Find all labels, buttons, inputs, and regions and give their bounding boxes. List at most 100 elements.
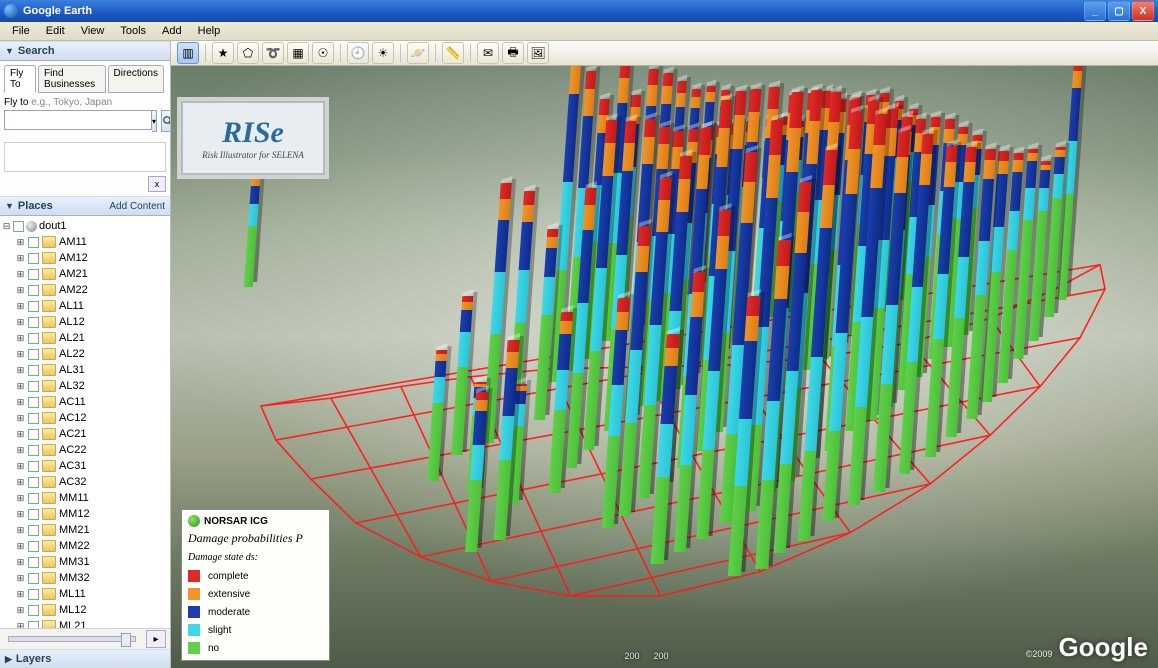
tree-item[interactable]: ⊞AC31 — [16, 458, 170, 474]
opacity-slider[interactable] — [8, 636, 136, 642]
checkbox[interactable] — [28, 349, 39, 360]
menu-help[interactable]: Help — [190, 24, 229, 38]
expander-icon[interactable]: ⊞ — [16, 349, 25, 360]
expander-icon[interactable]: ⊞ — [16, 541, 25, 552]
expander-icon[interactable]: ⊞ — [16, 413, 25, 424]
tree-item[interactable]: ⊞MM32 — [16, 570, 170, 586]
expander-icon[interactable]: ⊟ — [2, 221, 11, 232]
tree-item[interactable]: ⊞AL21 — [16, 330, 170, 346]
checkbox[interactable] — [28, 541, 39, 552]
expander-icon[interactable]: ⊞ — [16, 621, 25, 629]
checkbox[interactable] — [28, 493, 39, 504]
checkbox[interactable] — [28, 365, 39, 376]
expander-icon[interactable]: ⊞ — [16, 301, 25, 312]
tree-item[interactable]: ⊞ML12 — [16, 602, 170, 618]
checkbox[interactable] — [28, 509, 39, 520]
search-tab-directions[interactable]: Directions — [108, 65, 164, 93]
tree-item[interactable]: ⊞AL31 — [16, 362, 170, 378]
tree-item[interactable]: ⊞AM11 — [16, 234, 170, 250]
expander-icon[interactable]: ⊞ — [16, 285, 25, 296]
toolbar-image-overlay-button[interactable]: ▦ — [287, 42, 309, 64]
tree-item[interactable]: ⊞MM12 — [16, 506, 170, 522]
expander-icon[interactable]: ⊞ — [16, 509, 25, 520]
checkbox[interactable] — [28, 381, 39, 392]
expander-icon[interactable]: ⊞ — [16, 461, 25, 472]
play-tour-button[interactable]: ▸ — [146, 630, 166, 648]
search-dropdown-button[interactable]: ▾ — [152, 110, 157, 132]
expander-icon[interactable]: ⊞ — [16, 381, 25, 392]
toolbar-email-button[interactable]: ✉ — [477, 42, 499, 64]
tree-item[interactable]: ⊞AL32 — [16, 378, 170, 394]
expander-icon[interactable]: ⊞ — [16, 557, 25, 568]
toolbar-ruler-button[interactable]: 📏 — [442, 42, 464, 64]
search-go-button[interactable] — [161, 110, 171, 132]
layers-panel-header[interactable]: ▶ Layers — [0, 649, 170, 668]
globe-3d-view[interactable]: RISe Risk Illustrator for SELENA NORSAR … — [171, 65, 1158, 668]
tree-item[interactable]: ⊞AM22 — [16, 282, 170, 298]
checkbox[interactable] — [28, 445, 39, 456]
tree-item[interactable]: ⊞AC11 — [16, 394, 170, 410]
expand-icon[interactable]: ▶ — [5, 654, 12, 665]
toolbar-sun-button[interactable]: ☀ — [372, 42, 394, 64]
checkbox[interactable] — [28, 621, 39, 629]
search-input[interactable] — [4, 110, 152, 130]
menu-view[interactable]: View — [73, 24, 113, 38]
expander-icon[interactable]: ⊞ — [16, 525, 25, 536]
expander-icon[interactable]: ⊞ — [16, 429, 25, 440]
menu-tools[interactable]: Tools — [112, 24, 154, 38]
places-panel-header[interactable]: ▼ Places Add Content — [0, 196, 170, 216]
menu-edit[interactable]: Edit — [38, 24, 73, 38]
toolbar-polygon-button[interactable]: ⬠ — [237, 42, 259, 64]
checkbox[interactable] — [13, 221, 24, 232]
toolbar-path-button[interactable]: ➰ — [262, 42, 284, 64]
tree-item[interactable]: ⊞AM12 — [16, 250, 170, 266]
checkbox[interactable] — [28, 589, 39, 600]
tree-item[interactable]: ⊞AC32 — [16, 474, 170, 490]
checkbox[interactable] — [28, 269, 39, 280]
checkbox[interactable] — [28, 317, 39, 328]
toolbar-planet-button[interactable]: 🪐 — [407, 42, 429, 64]
checkbox[interactable] — [28, 285, 39, 296]
expander-icon[interactable]: ⊞ — [16, 253, 25, 264]
expander-icon[interactable]: ⊞ — [16, 605, 25, 616]
tree-item[interactable]: ⊞MM11 — [16, 490, 170, 506]
tree-item[interactable]: ⊞ML21 — [16, 618, 170, 628]
tree-item[interactable]: ⊞AC21 — [16, 426, 170, 442]
window-minimize-button[interactable]: _ — [1084, 1, 1106, 21]
window-close-button[interactable]: X — [1132, 1, 1154, 21]
expander-icon[interactable]: ⊞ — [16, 477, 25, 488]
expander-icon[interactable]: ⊞ — [16, 573, 25, 584]
tree-item[interactable]: ⊞AL11 — [16, 298, 170, 314]
expander-icon[interactable]: ⊞ — [16, 493, 25, 504]
checkbox[interactable] — [28, 461, 39, 472]
checkbox[interactable] — [28, 573, 39, 584]
tree-item[interactable]: ⊞AM21 — [16, 266, 170, 282]
tree-item[interactable]: ⊞ML11 — [16, 586, 170, 602]
tree-item[interactable]: ⊞MM22 — [16, 538, 170, 554]
checkbox[interactable] — [28, 253, 39, 264]
checkbox[interactable] — [28, 477, 39, 488]
search-tab-fly-to[interactable]: Fly To — [4, 65, 36, 93]
tree-item[interactable]: ⊞AC22 — [16, 442, 170, 458]
tree-item[interactable]: ⊞MM31 — [16, 554, 170, 570]
expander-icon[interactable]: ⊞ — [16, 317, 25, 328]
checkbox[interactable] — [28, 605, 39, 616]
tree-item[interactable]: ⊞MM21 — [16, 522, 170, 538]
checkbox[interactable] — [28, 525, 39, 536]
checkbox[interactable] — [28, 333, 39, 344]
toolbar-placemark-button[interactable]: ★ — [212, 42, 234, 64]
expander-icon[interactable]: ⊞ — [16, 397, 25, 408]
tree-item[interactable]: ⊞AC12 — [16, 410, 170, 426]
menu-add[interactable]: Add — [154, 24, 190, 38]
toolbar-panel-toggle-button[interactable]: ▥ — [177, 42, 199, 64]
places-tree[interactable]: ⊟ dout1 ⊞AM11⊞AM12⊞AM21⊞AM22⊞AL11⊞AL12⊞A… — [0, 216, 170, 628]
expander-icon[interactable]: ⊞ — [16, 589, 25, 600]
checkbox[interactable] — [28, 429, 39, 440]
slider-thumb[interactable] — [121, 633, 131, 647]
expander-icon[interactable]: ⊞ — [16, 269, 25, 280]
search-clear-button[interactable]: x — [148, 176, 166, 192]
checkbox[interactable] — [28, 301, 39, 312]
checkbox[interactable] — [28, 397, 39, 408]
search-tab-find-businesses[interactable]: Find Businesses — [38, 65, 105, 93]
tree-root-item[interactable]: ⊟ dout1 — [2, 218, 170, 234]
